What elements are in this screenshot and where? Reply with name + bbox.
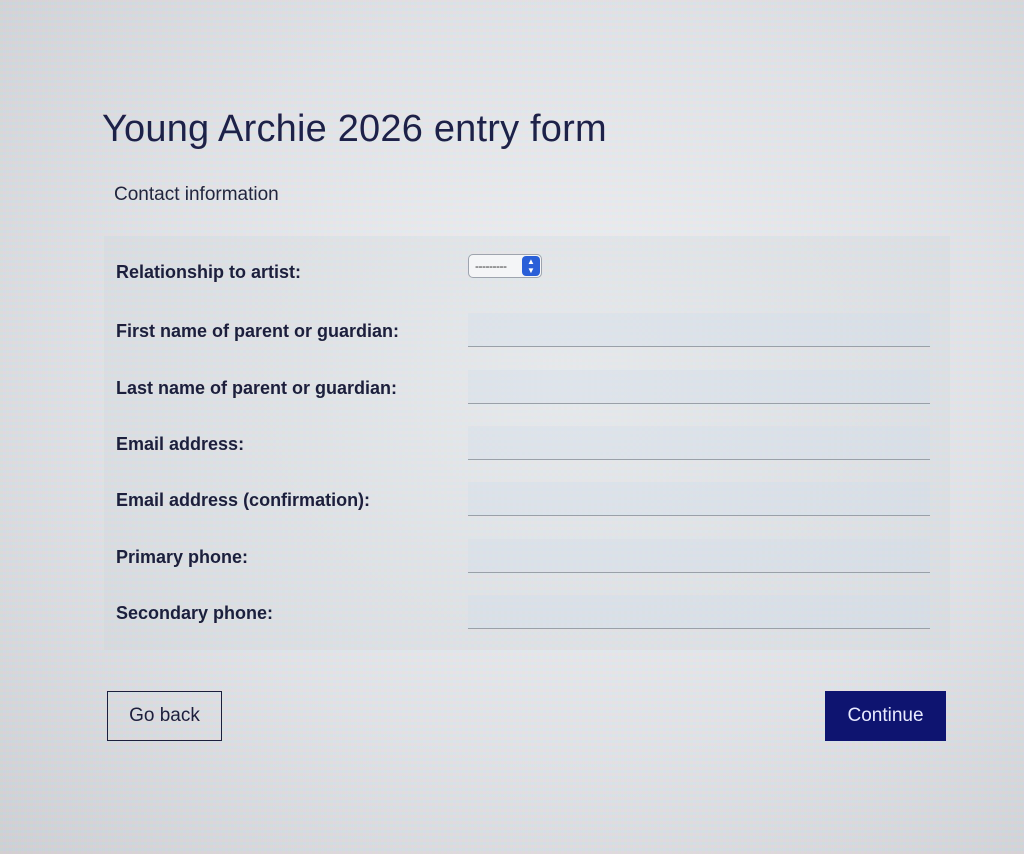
email-label: Email address: [116,434,245,454]
email-confirmation-field[interactable] [468,482,930,516]
relationship-row: Relationship to artist: --------- ▲ ▼ [104,254,950,300]
section-title: Contact information [114,184,279,205]
last-name-field[interactable] [468,370,930,404]
email-confirmation-label: Email address (confirmation): [116,490,371,510]
last-name-label: Last name of parent or guardian: [116,378,398,398]
primary-phone-label: Primary phone: [116,547,249,567]
relationship-select[interactable]: --------- ▲ ▼ [468,254,542,278]
relationship-select-value: --------- [475,259,507,273]
up-down-chevron-icon: ▲ ▼ [522,256,540,276]
secondary-phone-field[interactable] [468,595,930,629]
first-name-row: First name of parent or guardian: [104,313,950,353]
email-field[interactable] [468,426,930,460]
page-title: Young Archie 2026 entry form [102,108,607,150]
first-name-label: First name of parent or guardian: [116,321,400,341]
first-name-field[interactable] [468,313,930,347]
continue-button[interactable]: Continue [825,691,946,741]
contact-form: Relationship to artist: --------- ▲ ▼ Fir… [104,236,950,650]
relationship-label: Relationship to artist: [116,262,302,282]
primary-phone-row: Primary phone: [104,539,950,579]
primary-phone-field[interactable] [468,539,930,573]
last-name-row: Last name of parent or guardian: [104,370,950,410]
secondary-phone-row: Secondary phone: [104,595,950,635]
go-back-button[interactable]: Go back [107,691,222,741]
email-confirmation-row: Email address (confirmation): [104,482,950,522]
secondary-phone-label: Secondary phone: [116,603,274,623]
email-row: Email address: [104,426,950,466]
